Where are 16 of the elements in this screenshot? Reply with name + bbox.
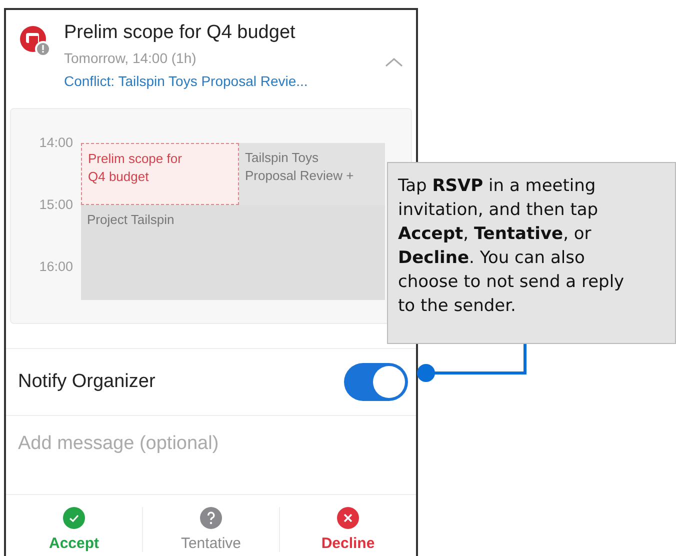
- callout-tooltip: Tap RSVP in a meeting invitation, and then tap Accept, Tentative, or Decline. You can also choose to not send a reply to the sender.: [387, 162, 676, 344]
- check-icon: [63, 507, 85, 529]
- question-icon: [200, 507, 222, 529]
- notify-label: Notify Organizer: [18, 371, 156, 393]
- event-title: Prelim scope for Q4 budget: [64, 22, 296, 44]
- calendar-event[interactable]: Project Tailspin: [81, 205, 385, 300]
- close-icon: [337, 507, 359, 529]
- conflict-link[interactable]: Conflict: Tailspin Toys Proposal Revie...: [64, 73, 384, 89]
- time-label: 16:00: [38, 259, 74, 276]
- calendar-app-icon: [18, 24, 52, 58]
- calendar-event[interactable]: Prelim scope for Q4 budget: [81, 143, 239, 205]
- time-label: 15:00: [38, 197, 74, 214]
- notify-toggle[interactable]: [344, 363, 408, 401]
- event-time: Tomorrow, 14:00 (1h): [64, 50, 198, 66]
- calendar-event[interactable]: Tailspin Toys Proposal Review +: [239, 143, 385, 205]
- time-label: 14:00: [38, 135, 74, 152]
